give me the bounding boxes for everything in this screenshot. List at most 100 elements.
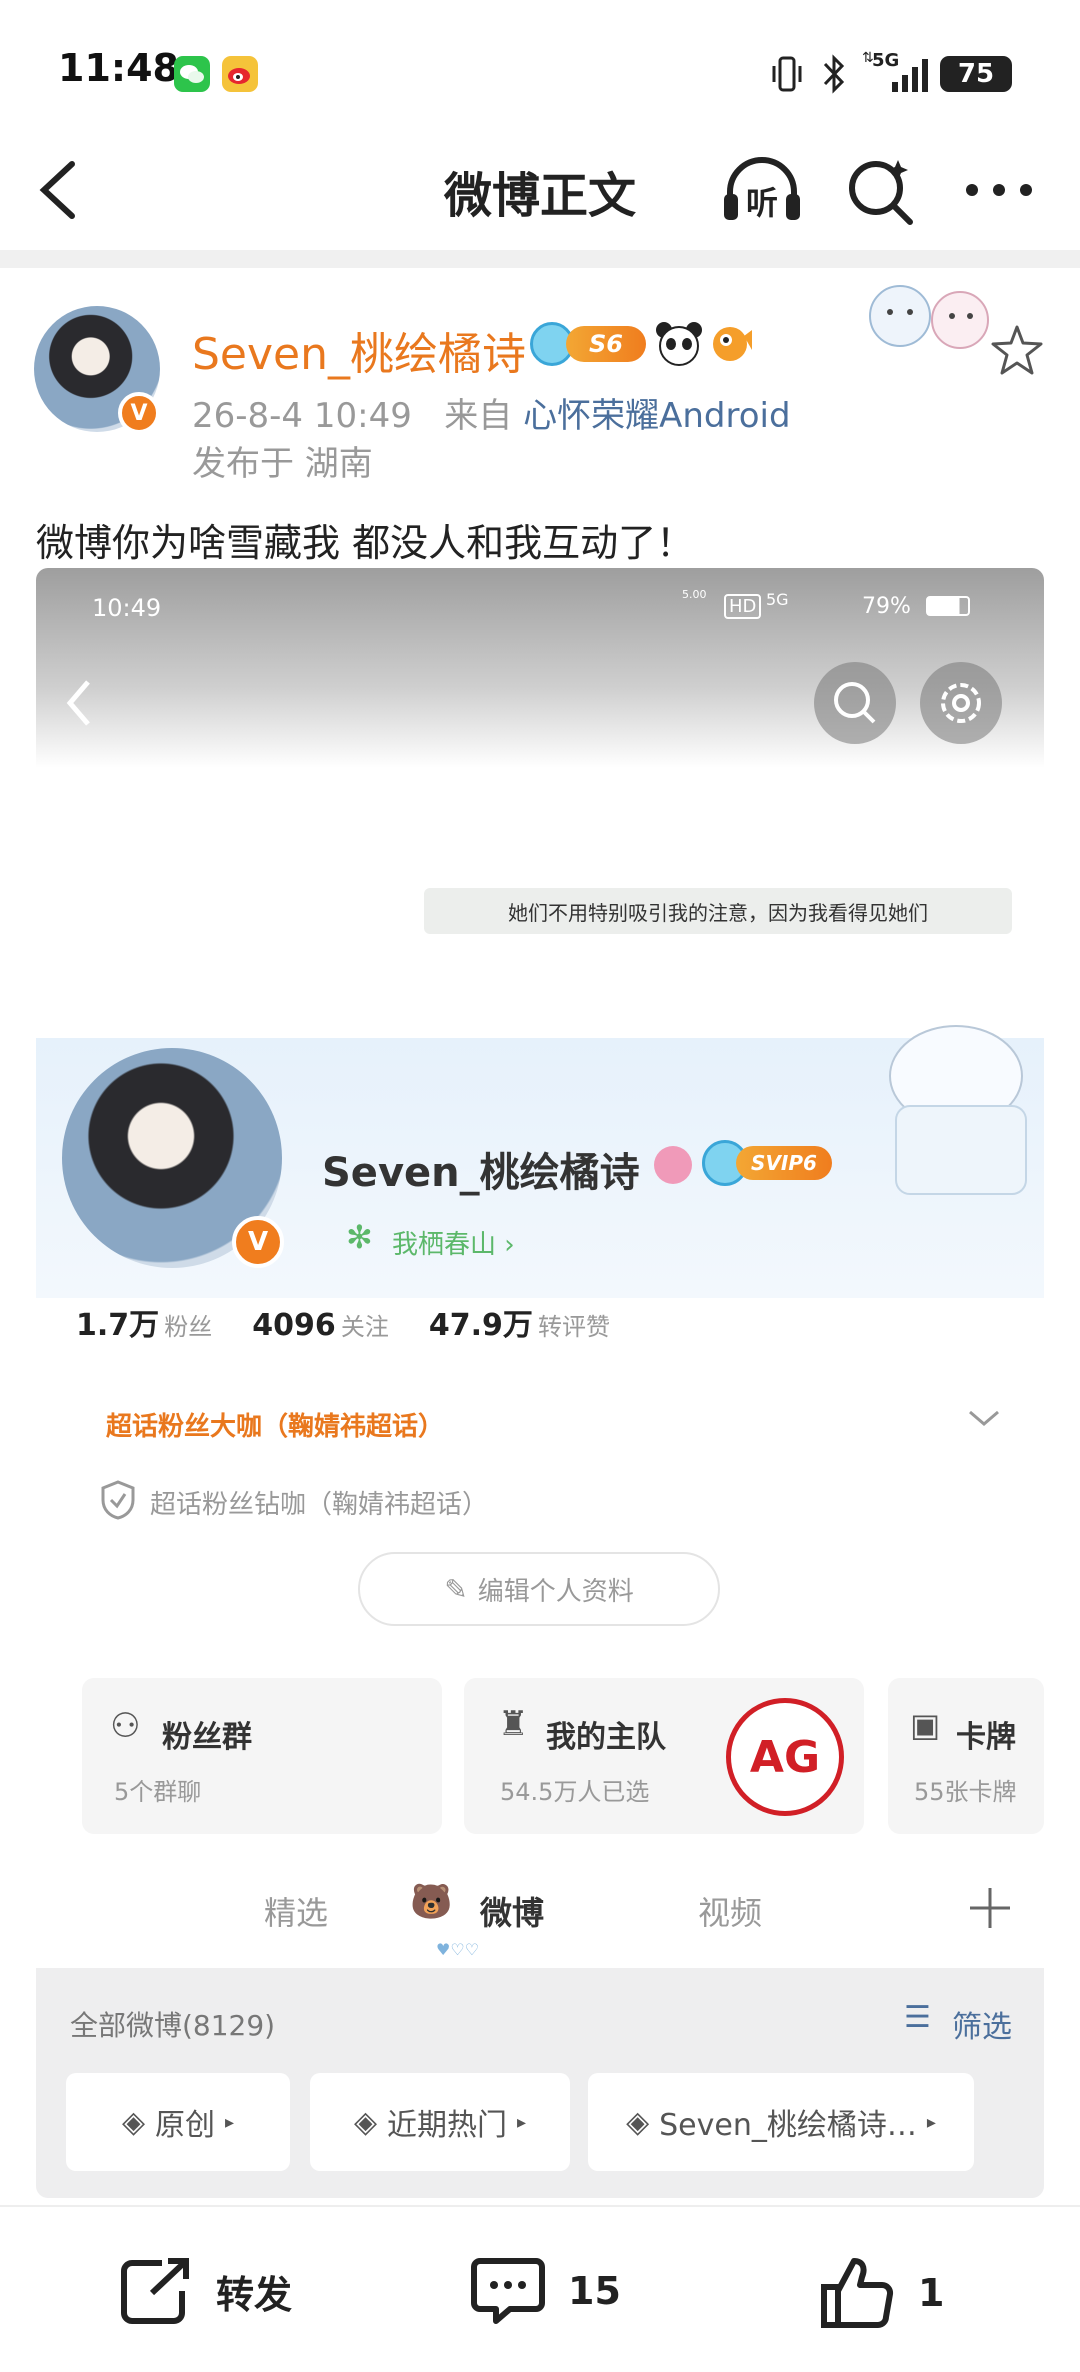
img-tab-hearts-icon: ♥♡♡ — [436, 1940, 480, 1959]
status-bar: 11:48 5G ⇅ 75 — [0, 0, 1080, 130]
img-tab-weibo: 微博 — [480, 1894, 545, 1932]
comment-count: 15 — [568, 2269, 621, 2313]
level-badge-text: S6 — [589, 330, 623, 358]
bluetooth-icon — [823, 54, 845, 94]
page-title: 微博正文 — [443, 168, 636, 224]
img-stat-following-value: 4096 — [252, 1308, 336, 1343]
img-super-fan-secondary: 超话粉丝钻咖（鞠婧祎超话） — [150, 1490, 489, 1520]
img-stats-row: 1.7万 粉丝 4096 关注 47.9万 转评赞 — [76, 1300, 610, 1348]
img-stat-following: 4096 关注 — [252, 1307, 389, 1343]
img-team-logo: AG — [726, 1698, 844, 1816]
img-all-weibo: 全部微博(8129) — [70, 2009, 276, 2042]
favorite-star-icon[interactable] — [990, 324, 1044, 376]
img-chip-arrow-icon: ▸ — [225, 2111, 235, 2133]
img-chip-original-label: 原创 — [155, 2108, 216, 2143]
img-team-logo-text: AG — [749, 1731, 821, 1783]
like-count: 1 — [918, 2271, 945, 2315]
img-bio-box: 她们不用特别吸引我的注意，因为我看得见她们 — [424, 888, 1012, 934]
img-verified-badge: V — [232, 1216, 284, 1268]
post-source[interactable]: 心怀荣耀Android — [523, 396, 790, 436]
img-chip-arrow-icon: ▸ — [517, 2111, 527, 2133]
fish-icon — [713, 327, 752, 361]
img-shield-icon — [101, 1480, 135, 1520]
img-tab-video: 视频 — [698, 1894, 763, 1932]
vibrate-icon — [772, 56, 802, 92]
post-image[interactable]: 10:49 5.00 HD 5G 79% 她们不用特别吸引我的注意，因为我看得见… — [36, 568, 1044, 2198]
status-time: 11:48 — [58, 46, 179, 90]
repost-icon — [121, 2258, 189, 2324]
weibo-icon — [222, 56, 258, 92]
level-badge: S6 — [566, 326, 646, 362]
img-layers-icon: ◈ — [353, 2104, 378, 2140]
from-label: 来自 — [444, 396, 513, 436]
img-svip-text: SVIP6 — [751, 1151, 817, 1175]
more-icon[interactable] — [964, 182, 1034, 198]
img-chip-collection: ◈ Seven_桃绘橘诗… ▸ — [588, 2073, 974, 2171]
listen-icon[interactable]: 听 — [722, 156, 802, 226]
img-card-icon: ▣ — [910, 1706, 941, 1744]
data-arrows-icon: ⇅ — [862, 50, 874, 66]
listen-label: 听 — [746, 184, 779, 222]
img-team-icon: ♜ — [498, 1704, 529, 1744]
img-card-fan-group: ⚇ 粉丝群 5个群聊 — [82, 1678, 442, 1834]
img-chip-arrow-icon: ▸ — [926, 2111, 936, 2133]
img-filter-icon: ☰ — [904, 2000, 931, 2035]
sticker-bears-icon — [869, 285, 989, 349]
repost-label: 转发 — [216, 2272, 293, 2317]
img-layers-icon: ◈ — [626, 2104, 650, 2140]
img-people-icon: ⚇ — [110, 1706, 141, 1746]
comment-icon — [471, 2258, 545, 2324]
img-status-speed: 5.00 — [682, 588, 707, 601]
img-tab-add-icon — [970, 1888, 1010, 1928]
img-card-cards: ▣ 卡牌 55张卡牌 — [888, 1678, 1044, 1834]
img-status-battery: 79% — [862, 594, 911, 619]
img-card-cards-title: 卡牌 — [956, 1720, 1016, 1755]
img-edit-profile-button: ✎ 编辑个人资料 — [358, 1552, 720, 1626]
img-chip-collection-label: Seven_桃绘橘诗… — [659, 2108, 917, 2143]
img-search-icon — [814, 662, 896, 744]
comment-button[interactable]: 15 — [470, 2255, 621, 2327]
img-chip-original: ◈ 原创 ▸ — [66, 2073, 290, 2171]
img-back-icon — [66, 680, 90, 726]
post-meta: 26-8-4 10:49 来自 心怀荣耀Android — [192, 388, 791, 437]
img-super-fan-primary: 超话粉丝大咖（鞠婧祎超话） — [106, 1412, 445, 1442]
battery-icon: 75 — [940, 56, 1012, 92]
img-svip-badge: SVIP6 — [736, 1146, 832, 1180]
verified-badge: V — [118, 392, 160, 434]
battery-level: 75 — [957, 59, 995, 89]
post-text: 微博你为啥雪藏我 都没人和我互动了！ — [36, 521, 695, 565]
img-settings-icon — [920, 662, 1002, 744]
img-chip-hot: ◈ 近期热门 ▸ — [310, 2073, 570, 2171]
img-battery-icon — [926, 596, 970, 616]
img-card-team: ♜ 我的主队 54.5万人已选 AG — [464, 1678, 864, 1834]
img-stat-following-label: 关注 — [340, 1313, 389, 1341]
img-stat-fans-label: 粉丝 — [164, 1313, 213, 1341]
post-location: 发布于 湖南 — [192, 444, 373, 484]
like-icon — [821, 2258, 894, 2328]
img-stat-fans-value: 1.7万 — [76, 1308, 160, 1343]
img-username: Seven_桃绘橘诗 — [322, 1150, 640, 1196]
img-card-team-sub: 54.5万人已选 — [500, 1778, 650, 1806]
img-card-cards-sub: 55张卡牌 — [914, 1778, 1017, 1806]
img-status-net: 5G — [766, 590, 789, 609]
search-icon[interactable] — [846, 154, 916, 226]
wechat-icon — [174, 56, 210, 92]
nav-bar: 微博正文 听 — [0, 130, 1080, 250]
img-bio: 她们不用特别吸引我的注意，因为我看得见她们 — [508, 900, 928, 925]
img-tab-sticker-icon: 🐻 — [410, 1882, 453, 1922]
img-verified-mark: V — [247, 1227, 269, 1257]
img-sticker-bear-icon — [889, 1025, 1027, 1195]
img-stat-interactions-value: 47.9万 — [428, 1308, 533, 1343]
repost-button[interactable]: 转发 — [118, 2255, 292, 2327]
img-tagline: 我栖春山 › — [392, 1230, 515, 1260]
img-vip-icon — [654, 1146, 692, 1184]
like-button[interactable]: 1 — [820, 2255, 944, 2331]
img-edit-profile-label: 编辑个人资料 — [477, 1576, 634, 1607]
img-status-hd: HD — [724, 594, 762, 619]
img-stat-interactions-label: 转评赞 — [537, 1313, 610, 1341]
img-status-time: 10:49 — [92, 594, 162, 622]
img-filter: 筛选 — [952, 2010, 1012, 2045]
section-divider — [0, 250, 1080, 268]
img-stat-fans: 1.7万 粉丝 — [76, 1300, 212, 1344]
author-name[interactable]: Seven_桃绘橘诗 — [192, 318, 526, 382]
